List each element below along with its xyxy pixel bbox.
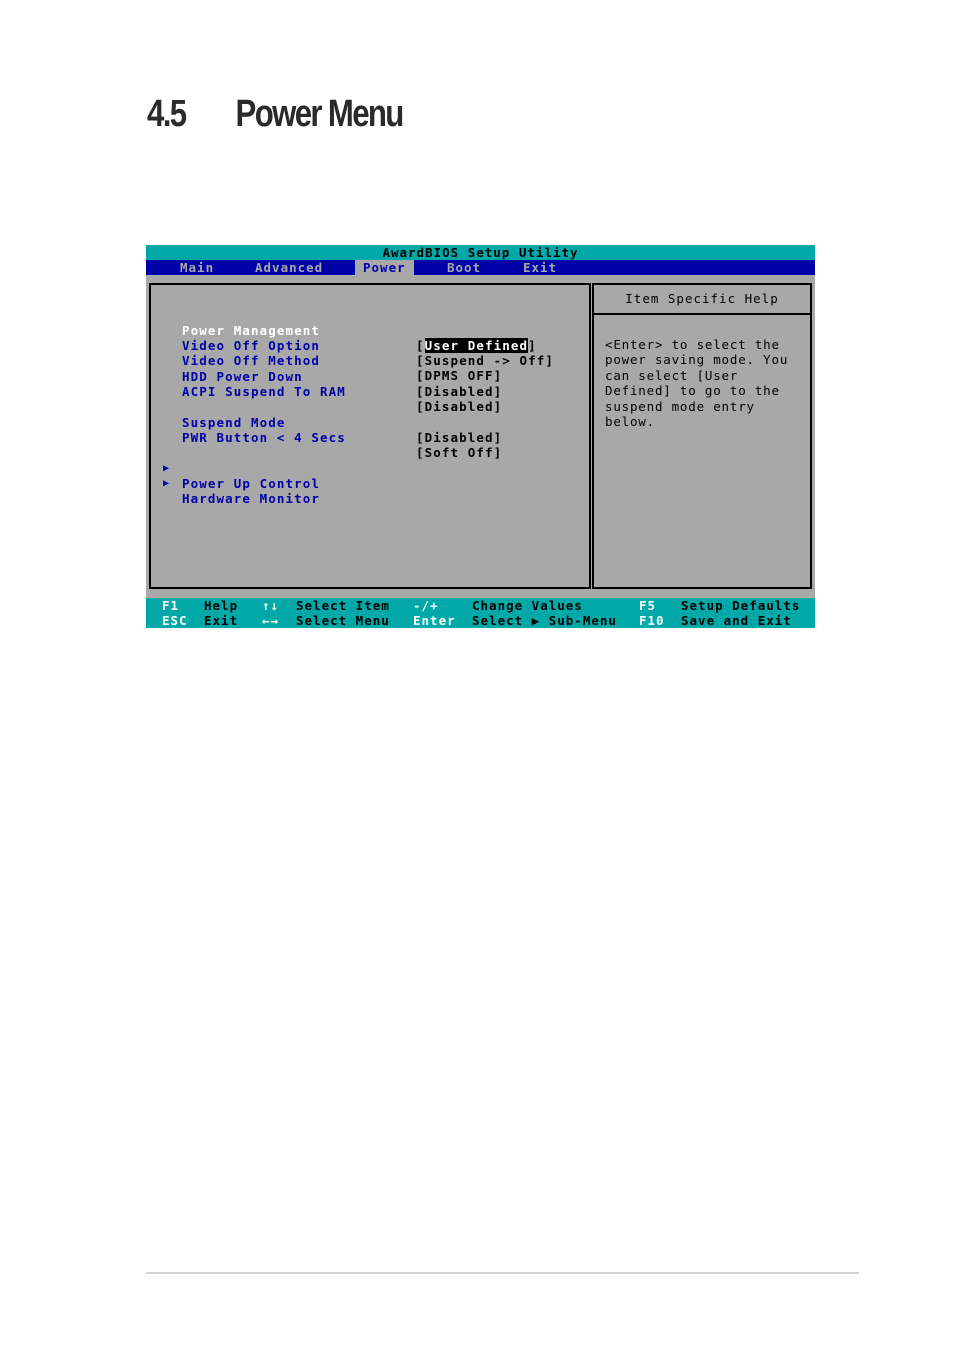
tab-advanced[interactable]: Advanced	[247, 260, 331, 275]
footer-divider	[146, 1272, 859, 1274]
bios-title-bar: AwardBIOS Setup Utility	[146, 245, 815, 260]
section-number: 4.5	[147, 92, 187, 135]
setting-value[interactable]: [Soft Off]	[416, 445, 502, 460]
setting-video-off-option[interactable]: Video Off Option [Suspend -> Off]	[151, 323, 553, 368]
setting-value[interactable]: [Suspend -> Off]	[416, 353, 554, 368]
submenu-power-up-control[interactable]: ▶ Power Up Control	[151, 446, 319, 491]
section-heading: 4.5 Power Menu	[147, 90, 405, 138]
tab-main[interactable]: Main	[172, 260, 222, 275]
bios-screen: AwardBIOS Setup Utility Main Advanced Po…	[146, 245, 815, 628]
key-minus-plus: -/+	[413, 598, 439, 613]
submenu-label: Hardware Monitor	[182, 491, 321, 506]
key-f10: F10	[639, 613, 665, 628]
setting-value[interactable]: [Disabled]	[416, 430, 502, 445]
key-desc-exit: Exit	[204, 613, 239, 628]
setting-value[interactable]: [User Defined]	[416, 338, 537, 353]
setting-power-management[interactable]: Power Management [User Defined]	[151, 308, 536, 353]
submenu-hardware-monitor[interactable]: ▶ Hardware Monitor	[151, 461, 319, 506]
key-enter: Enter	[413, 613, 456, 628]
key-desc-select-menu: Select Menu	[296, 613, 390, 628]
key-desc-help: Help	[204, 598, 239, 613]
key-desc-select-submenu: Select ▶ Sub-Menu	[472, 613, 617, 628]
setting-suspend-mode[interactable]: Suspend Mode [Disabled]	[151, 400, 501, 445]
help-text: <Enter> to select the power saving mode.…	[605, 337, 789, 430]
setting-value[interactable]: [DPMS OFF]	[416, 368, 502, 383]
key-desc-select-item: Select Item	[296, 598, 390, 613]
setting-hdd-power-down[interactable]: HDD Power Down [Disabled]	[151, 354, 501, 399]
setting-value[interactable]: [Disabled]	[416, 399, 502, 414]
key-desc-save-and-exit: Save and Exit	[681, 613, 792, 628]
bios-menu-bar: Main Advanced Power Boot Exit	[146, 260, 815, 275]
help-panel: Item Specific Help <Enter> to select the…	[592, 283, 812, 589]
help-title: Item Specific Help	[594, 285, 810, 315]
setting-label: PWR Button < 4 Secs	[182, 430, 346, 445]
settings-panel: Power Management [User Defined] Video Of…	[149, 283, 591, 589]
setting-value[interactable]: [Disabled]	[416, 384, 502, 399]
key-f1: F1	[162, 598, 180, 613]
setting-pwr-button[interactable]: PWR Button < 4 Secs [Soft Off]	[151, 415, 501, 460]
setting-acpi-suspend-to-ram[interactable]: ACPI Suspend To RAM [Disabled]	[151, 369, 501, 414]
key-esc: ESC	[162, 613, 188, 628]
key-up-down-arrows-icon: ↑↓	[262, 598, 280, 613]
setting-label: ACPI Suspend To RAM	[182, 384, 346, 399]
key-desc-setup-defaults: Setup Defaults	[681, 598, 801, 613]
highlighted-value[interactable]: User Defined	[424, 338, 529, 353]
key-f5: F5	[639, 598, 657, 613]
tab-power[interactable]: Power	[355, 260, 414, 275]
key-left-right-arrows-icon: ←→	[262, 613, 280, 628]
setting-video-off-method[interactable]: Video Off Method [DPMS OFF]	[151, 338, 501, 383]
tab-exit[interactable]: Exit	[515, 260, 565, 275]
submenu-arrow-icon: ▶	[163, 478, 171, 489]
key-desc-change-values: Change Values	[472, 598, 583, 613]
tab-boot[interactable]: Boot	[439, 260, 489, 275]
key-legend-bar: F1 Help ↑↓ Select Item -/+ Change Values…	[146, 598, 815, 628]
section-title: Power Menu	[235, 92, 405, 135]
